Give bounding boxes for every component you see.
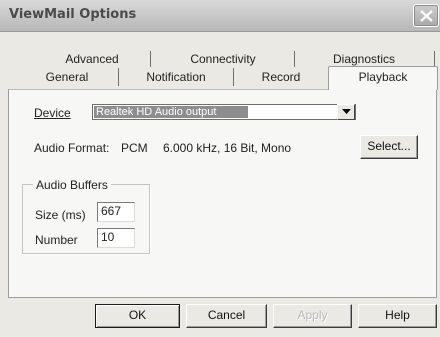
close-button[interactable] xyxy=(413,4,439,27)
apply-button-label: Apply xyxy=(297,308,328,322)
cancel-button[interactable]: Cancel xyxy=(186,304,267,328)
number-input[interactable]: 10 xyxy=(97,228,135,248)
cancel-button-label: Cancel xyxy=(207,308,246,322)
size-input[interactable]: 667 xyxy=(97,202,135,222)
title-bar[interactable]: ViewMail Options xyxy=(0,0,440,32)
tab-general[interactable]: General xyxy=(18,68,116,88)
device-label: Device xyxy=(34,106,71,120)
number-label: Number xyxy=(35,233,78,247)
tab-separator xyxy=(294,51,295,67)
tab-playback[interactable]: Playback xyxy=(328,66,438,90)
tab-separator xyxy=(434,51,435,67)
device-dropdown[interactable]: Realtek HD Audio output xyxy=(92,104,356,120)
audio-format-label: Audio Format: xyxy=(34,141,110,155)
select-format-button-label: Select... xyxy=(367,139,411,153)
apply-button[interactable]: Apply xyxy=(273,304,352,328)
ok-button-label: OK xyxy=(128,308,147,322)
audio-buffers-title: Audio Buffers xyxy=(33,178,111,192)
device-dropdown-button[interactable] xyxy=(337,104,355,120)
tab-advanced[interactable]: Advanced xyxy=(38,50,146,70)
help-button[interactable]: Help xyxy=(358,304,437,328)
tab-connectivity[interactable]: Connectivity xyxy=(155,50,291,70)
close-icon xyxy=(420,10,433,22)
dialog-window: ViewMail Options Advanced Connectivity D… xyxy=(0,0,440,337)
chevron-down-icon xyxy=(342,109,351,114)
tab-separator xyxy=(118,68,119,86)
tab-separator xyxy=(150,51,151,67)
tab-record[interactable]: Record xyxy=(237,68,325,88)
audio-format-detail: 6.000 kHz, 16 Bit, Mono xyxy=(163,141,292,155)
ok-button[interactable]: OK xyxy=(95,304,180,328)
tab-separator xyxy=(233,68,234,86)
select-format-button[interactable]: Select... xyxy=(360,135,418,159)
device-label-text: Device xyxy=(34,106,71,120)
help-button-label: Help xyxy=(385,308,410,322)
size-label: Size (ms) xyxy=(35,208,86,222)
audio-format-codec: PCM xyxy=(121,141,148,155)
tab-notification[interactable]: Notification xyxy=(122,68,230,88)
window-title: ViewMail Options xyxy=(9,7,137,22)
device-dropdown-value: Realtek HD Audio output xyxy=(94,106,248,118)
